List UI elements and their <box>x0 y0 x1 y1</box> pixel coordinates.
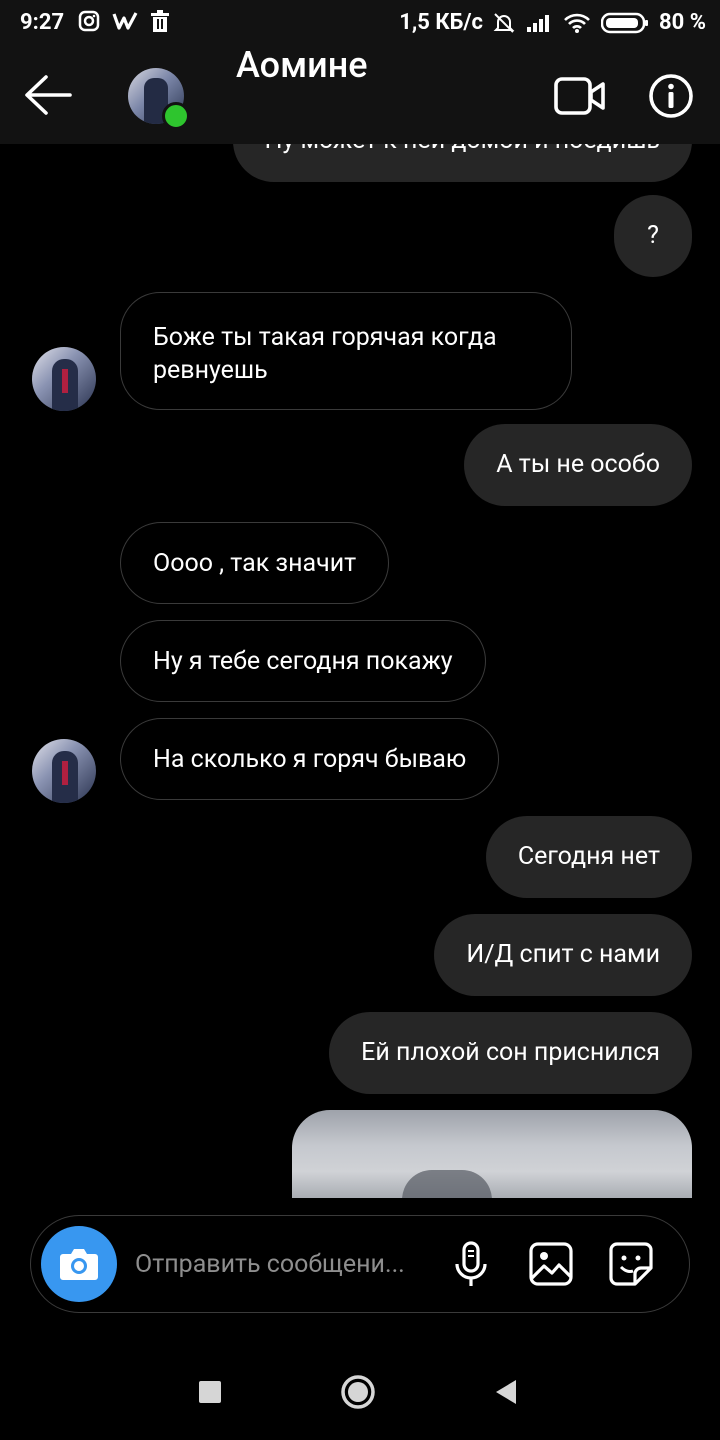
photo-message[interactable] <box>292 1110 692 1198</box>
message-outgoing[interactable]: Сегодня нет <box>485 816 692 898</box>
message-input[interactable]: Отправить сообщени... <box>135 1216 405 1314</box>
message-outgoing[interactable]: Ей плохой сон приснился <box>329 1012 692 1094</box>
status-right: 1,5 КБ/с 80 % <box>399 10 706 35</box>
wifi-icon <box>564 13 590 33</box>
network-speed: 1,5 КБ/с <box>399 10 484 35</box>
contact-avatar-small[interactable] <box>32 739 96 803</box>
message-incoming[interactable]: На сколько я горяч бываю <box>120 718 500 800</box>
status-bar: 9:27 1,5 КБ/с 80 % <box>0 0 720 48</box>
camera-button[interactable] <box>41 1226 117 1302</box>
message-outgoing[interactable]: А ты не особо <box>464 424 692 506</box>
camera-icon <box>60 1249 98 1280</box>
contact-name[interactable]: Аомине <box>236 44 368 86</box>
message-outgoing[interactable]: И/Д спит с нами <box>434 914 692 996</box>
video-call-icon[interactable] <box>554 76 606 116</box>
contact-avatar-small[interactable] <box>32 347 96 411</box>
message-composer: Отправить сообщени... <box>30 1215 690 1313</box>
home-circle-icon[interactable] <box>340 1374 376 1410</box>
signal-icon <box>527 14 550 32</box>
gallery-icon[interactable] <box>527 1240 575 1288</box>
back-triangle-icon[interactable] <box>494 1378 518 1406</box>
status-time: 9:27 <box>20 10 65 35</box>
info-icon[interactable] <box>648 73 694 119</box>
message-incoming[interactable]: Оооо , так значит <box>120 522 390 604</box>
message-incoming[interactable]: Ну я тебе сегодня покажу <box>120 620 486 702</box>
message-incoming[interactable]: Боже ты такая горячая когда ревнуешь <box>120 292 572 410</box>
header-overlay: Аомине <box>0 44 720 144</box>
battery-level: 80 % <box>659 10 706 35</box>
recents-square-icon[interactable] <box>198 1380 222 1404</box>
notification-icons <box>78 10 170 32</box>
system-nav-bar <box>0 1340 720 1440</box>
battery-icon <box>601 12 649 33</box>
instagram-icon <box>78 10 100 32</box>
back-arrow-icon[interactable] <box>22 72 72 118</box>
microphone-icon[interactable] <box>447 1240 495 1288</box>
muted-bell-icon <box>493 12 515 33</box>
sticker-icon[interactable] <box>607 1240 655 1288</box>
message-outgoing[interactable]: ? <box>614 195 692 277</box>
trash-icon <box>151 10 169 32</box>
online-status-dot <box>162 102 190 130</box>
wattpad-icon <box>112 12 138 30</box>
